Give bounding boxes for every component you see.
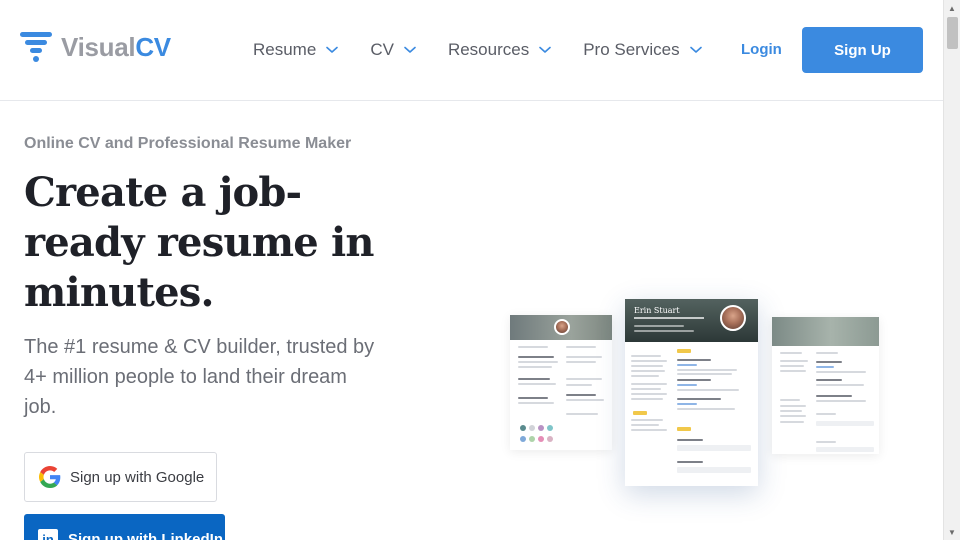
scroll-thumb[interactable] [947, 17, 958, 49]
site-header: VisualCV Resume CV Resources Pro Service… [0, 0, 943, 101]
linkedin-signup-button[interactable]: in Sign up with LinkedIn [24, 514, 225, 540]
google-signup-button[interactable]: Sign up with Google [24, 452, 217, 502]
hero-headline: Create a job-ready resume in minutes. [24, 169, 374, 316]
resume-portrait [720, 305, 746, 331]
visualcv-logo-icon [20, 32, 52, 62]
resume-portrait [554, 319, 570, 335]
logo-wordmark: VisualCV [61, 32, 171, 62]
chevron-down-icon [326, 46, 339, 53]
resume-subtitle [634, 317, 704, 319]
nav-item-label: Resources [447, 40, 530, 59]
chevron-down-icon [404, 46, 416, 53]
scroll-up-arrow-icon[interactable]: ▲ [944, 0, 960, 16]
nav-item-resources[interactable]: Resources [447, 40, 552, 60]
nav-item-resume[interactable]: Resume [253, 40, 339, 60]
google-signup-label: Sign up with Google [70, 468, 205, 486]
google-icon [39, 466, 61, 488]
scroll-down-arrow-icon[interactable]: ▼ [944, 524, 960, 540]
hero-eyebrow: Online CV and Professional Resume Maker [24, 135, 352, 152]
linkedin-signup-label: Sign up with LinkedIn [68, 530, 223, 540]
resume-preview-center: Erin Stuart [625, 299, 758, 486]
page-scrollbar[interactable]: ▲ ▼ [943, 0, 960, 540]
main-nav: Resume CV Resources Pro Services [253, 38, 734, 62]
hero-subhead: The #1 resume & CV builder, trusted by 4… [24, 336, 375, 418]
signup-button[interactable]: Sign Up [802, 27, 923, 73]
login-link[interactable]: Login [741, 41, 782, 58]
chevron-down-icon [689, 46, 702, 53]
logo-word-cv: CV [135, 32, 171, 62]
resume-preview-left [510, 315, 612, 450]
chevron-down-icon [539, 46, 552, 53]
nav-item-pro-services[interactable]: Pro Services [583, 40, 702, 60]
logo-word-visual: Visual [61, 32, 136, 62]
resume-preview-right [772, 317, 879, 454]
nav-item-label: Resume [253, 40, 317, 59]
resume-banner [772, 317, 879, 346]
page: VisualCV Resume CV Resources Pro Service… [0, 0, 943, 540]
nav-item-label: Pro Services [583, 40, 680, 59]
resume-name: Erin Stuart [634, 306, 680, 315]
nav-item-cv[interactable]: CV [370, 40, 416, 60]
nav-item-label: CV [370, 40, 394, 59]
linkedin-icon: in [38, 529, 58, 540]
site-logo[interactable]: VisualCV [20, 32, 171, 62]
